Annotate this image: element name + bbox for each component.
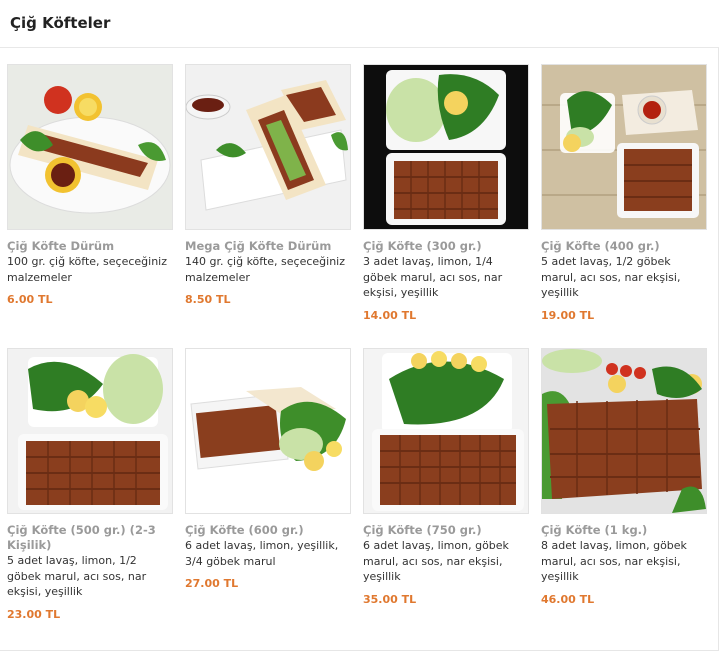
section-title: Çiğ Köfteler xyxy=(10,14,111,32)
product-price: 6.00 TL xyxy=(7,293,53,306)
product-card[interactable]: Çiğ Köfte Dürüm 100 gr. çiğ köfte, seçec… xyxy=(7,64,173,348)
product-card[interactable]: Çiğ Köfte (300 gr.) 3 adet lavaş, limon,… xyxy=(363,64,529,348)
product-name[interactable]: Çiğ Köfte Dürüm xyxy=(7,239,173,254)
product-image[interactable] xyxy=(7,64,173,230)
product-price: 35.00 TL xyxy=(363,592,417,606)
product-name[interactable]: Çiğ Köfte (750 gr.) xyxy=(363,523,529,538)
product-description: 6 adet lavaş, limon, yeşillik, 3/4 göbek… xyxy=(185,539,339,568)
product-name[interactable]: Çiğ Köfte (1 kg.) xyxy=(541,523,707,538)
product-name[interactable]: Çiğ Köfte (600 gr.) xyxy=(185,523,351,538)
product-card[interactable]: Çiğ Köfte (400 gr.) 5 adet lavaş, 1/2 gö… xyxy=(541,64,707,348)
product-card[interactable]: Çiğ Köfte (500 gr.) (2-3 Kişilik) 5 adet… xyxy=(7,348,173,648)
product-description: 140 gr. çiğ köfte, seçeceğiniz malzemele… xyxy=(185,255,345,284)
product-description: 100 gr. çiğ köfte, seçeceğiniz malzemele… xyxy=(7,255,167,284)
product-price: 46.00 TL xyxy=(541,592,595,606)
product-name[interactable]: Çiğ Köfte (400 gr.) xyxy=(541,239,707,254)
product-price: 8.50 TL xyxy=(185,293,231,306)
product-price: 27.00 TL xyxy=(185,577,239,590)
product-price: 23.00 TL xyxy=(7,607,61,621)
product-description: 8 adet lavaş, limon, göbek marul, acı so… xyxy=(541,539,687,583)
product-price: 19.00 TL xyxy=(541,308,595,322)
product-name[interactable]: Mega Çiğ Köfte Dürüm xyxy=(185,239,351,254)
product-name[interactable]: Çiğ Köfte (500 gr.) (2-3 Kişilik) xyxy=(7,523,173,553)
product-name[interactable]: Çiğ Köfte (300 gr.) xyxy=(363,239,529,254)
product-description: 3 adet lavaş, limon, 1/4 göbek marul, ac… xyxy=(363,255,503,299)
product-card[interactable]: Çiğ Köfte (1 kg.) 8 adet lavaş, limon, g… xyxy=(541,348,707,648)
product-grid: Çiğ Köfte Dürüm 100 gr. çiğ köfte, seçec… xyxy=(7,64,707,648)
product-description: 5 adet lavaş, limon, 1/2 göbek marul, ac… xyxy=(7,554,147,598)
product-image[interactable] xyxy=(185,348,351,514)
section-header: Çiğ Köfteler xyxy=(0,0,719,48)
product-image[interactable] xyxy=(363,348,529,514)
product-image[interactable] xyxy=(541,348,707,514)
product-card[interactable]: Çiğ Köfte (750 gr.) 6 adet lavaş, limon,… xyxy=(363,348,529,648)
product-image[interactable] xyxy=(7,348,173,514)
product-description: 6 adet lavaş, limon, göbek marul, acı so… xyxy=(363,539,509,583)
product-card[interactable]: Mega Çiğ Köfte Dürüm 140 gr. çiğ köfte, … xyxy=(185,64,351,348)
product-card[interactable]: Çiğ Köfte (600 gr.) 6 adet lavaş, limon,… xyxy=(185,348,351,648)
product-image[interactable] xyxy=(363,64,529,230)
product-image[interactable] xyxy=(541,64,707,230)
product-description: 5 adet lavaş, 1/2 göbek marul, acı sos, … xyxy=(541,255,681,299)
product-image[interactable] xyxy=(185,64,351,230)
product-price: 14.00 TL xyxy=(363,308,417,322)
